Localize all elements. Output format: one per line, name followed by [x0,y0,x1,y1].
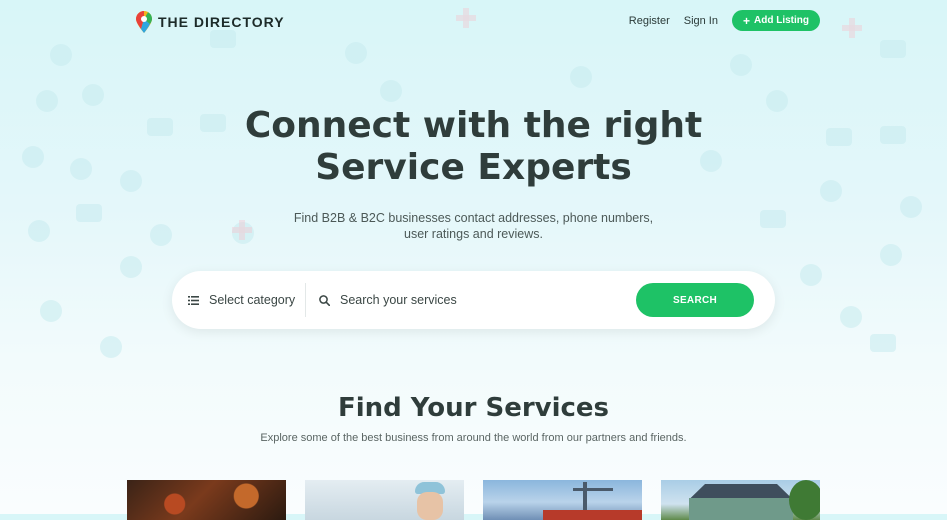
hero-subtitle-line2: user ratings and reviews. [404,227,543,241]
card-illustration-part [789,480,820,520]
services-subtitle: Explore some of the best business from a… [260,432,687,444]
site-header: THE DIRECTORY Register Sign In + Add Lis… [0,0,947,40]
hero-title-line2: Service Experts [315,147,632,188]
search-bar: Select category SEARCH [172,271,775,329]
service-card-image[interactable] [661,480,820,520]
register-link[interactable]: Register [629,15,670,27]
top-nav: Register Sign In + Add Listing [629,10,820,31]
services-title: Find Your Services [337,393,610,423]
list-icon [188,295,199,305]
card-illustration-part [417,492,443,520]
search-button[interactable]: SEARCH [636,283,754,317]
category-select[interactable]: Select category [172,283,306,317]
search-input[interactable] [340,293,620,307]
service-card-image[interactable] [483,480,642,520]
card-illustration-part [543,510,642,520]
sign-in-link[interactable]: Sign In [684,15,718,27]
card-illustration-part [690,484,792,498]
hero-title-line1: Connect with the right [244,105,703,146]
service-card-image[interactable] [127,480,286,520]
hero-title: Connect with the right Service Experts [0,105,947,189]
service-cards [127,480,820,520]
hero-subtitle: Find B2B & B2C businesses contact addres… [0,210,947,242]
brand-name: THE DIRECTORY [158,14,285,30]
add-listing-button[interactable]: + Add Listing [731,10,820,31]
plus-icon: + [742,13,750,28]
card-illustration-part [573,488,613,491]
hero-subtitle-line1: Find B2B & B2C businesses contact addres… [293,211,654,225]
category-select-label: Select category [209,293,296,307]
brand-logo[interactable]: THE DIRECTORY [136,11,285,33]
service-card-image[interactable] [305,480,464,520]
search-icon [319,294,330,306]
card-illustration-part [689,498,793,520]
map-pin-logo-icon [136,11,152,33]
add-listing-label: Add Listing [754,15,809,26]
